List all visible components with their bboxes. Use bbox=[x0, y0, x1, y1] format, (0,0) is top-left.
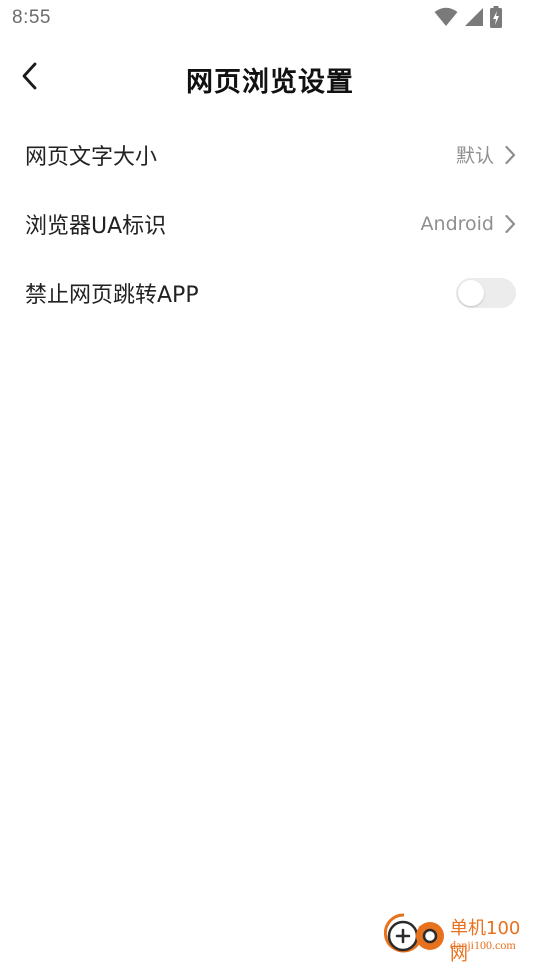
battery-charging-icon bbox=[490, 6, 502, 28]
setting-block-app-jump-row: 禁止网页跳转APP bbox=[0, 258, 540, 327]
status-bar: 8:55 bbox=[0, 0, 540, 36]
watermark-url: danji100.com bbox=[450, 938, 516, 952]
status-time: 8:55 bbox=[12, 7, 51, 28]
watermark-logo-icon bbox=[383, 912, 448, 960]
block-app-jump-toggle[interactable] bbox=[456, 277, 516, 308]
chevron-right-icon bbox=[504, 145, 516, 165]
status-icons bbox=[434, 6, 502, 28]
wifi-icon bbox=[434, 7, 458, 27]
setting-block-app-jump-label: 禁止网页跳转APP bbox=[25, 282, 199, 308]
cellular-signal-icon bbox=[464, 7, 484, 27]
header: 网页浏览设置 bbox=[0, 48, 540, 108]
setting-font-size-row[interactable]: 网页文字大小 默认 bbox=[0, 120, 540, 189]
setting-font-size-label: 网页文字大小 bbox=[25, 144, 158, 170]
setting-browser-ua-row[interactable]: 浏览器UA标识 Android bbox=[0, 189, 540, 258]
setting-browser-ua-value: Android bbox=[420, 212, 494, 235]
chevron-right-icon bbox=[504, 214, 516, 234]
page-title: 网页浏览设置 bbox=[186, 67, 354, 98]
setting-browser-ua-label: 浏览器UA标识 bbox=[25, 213, 167, 239]
settings-list: 网页文字大小 默认 浏览器UA标识 Android 禁止网页跳转APP bbox=[0, 120, 540, 327]
setting-font-size-value: 默认 bbox=[455, 145, 494, 167]
watermark: 单机100网 danji100.com bbox=[383, 908, 534, 965]
toggle-knob bbox=[458, 279, 484, 306]
